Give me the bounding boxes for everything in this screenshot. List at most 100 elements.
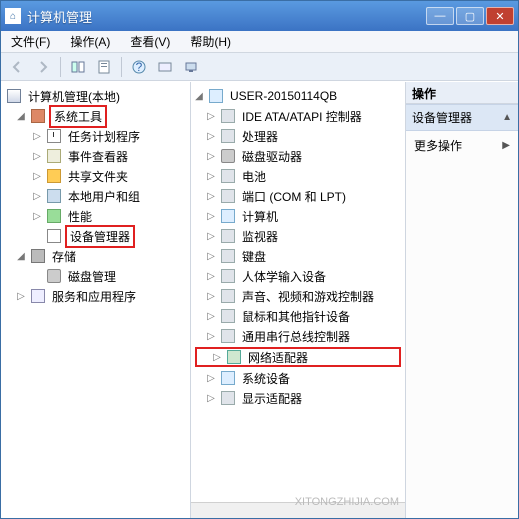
device-mouse[interactable]: ▷ 鼠标和其他指针设备 [191, 306, 405, 326]
tree-device-manager[interactable]: 设备管理器 [1, 226, 190, 246]
device-manager-icon [46, 228, 62, 244]
expand-icon[interactable]: ▷ [31, 151, 43, 162]
network-icon [226, 349, 242, 365]
expand-icon[interactable]: ▷ [211, 352, 223, 363]
users-icon [46, 188, 62, 204]
device-ide[interactable]: ▷ IDE ATA/ATAPI 控制器 [191, 106, 405, 126]
expand-icon[interactable]: ▷ [205, 231, 217, 242]
toolbar: ? [1, 53, 518, 81]
tree-label: 通用串行总线控制器 [239, 327, 353, 346]
collapse-icon[interactable]: ◢ [15, 251, 27, 262]
tree-root-computer-management[interactable]: 计算机管理(本地) [1, 86, 190, 106]
help-button[interactable]: ? [127, 56, 151, 78]
menu-view[interactable]: 查看(V) [126, 31, 174, 52]
device-hid[interactable]: ▷ 人体学输入设备 [191, 266, 405, 286]
actions-pane: 操作 设备管理器 ▲ 更多操作 ▶ [406, 82, 518, 518]
left-tree-pane[interactable]: 计算机管理(本地) ◢ 系统工具 ▷ 任务计划程序 ▷ 事件查看器 ▷ 共享文件… [1, 82, 191, 518]
expand-icon[interactable]: ▷ [205, 211, 217, 222]
horizontal-scrollbar[interactable] [191, 502, 405, 518]
expand-icon[interactable]: ▷ [15, 291, 27, 302]
tree-label: 服务和应用程序 [49, 287, 139, 306]
expand-icon[interactable]: ▷ [205, 191, 217, 202]
expand-icon[interactable]: ▷ [205, 251, 217, 262]
tree-system-tools[interactable]: ◢ 系统工具 [1, 106, 190, 126]
storage-icon [30, 248, 46, 264]
tree-label: 系统工具 [49, 105, 107, 128]
device-view-button[interactable] [153, 56, 177, 78]
expand-icon[interactable]: ▷ [205, 111, 217, 122]
expand-icon[interactable]: ▷ [31, 191, 43, 202]
device-ports[interactable]: ▷端口 (COM 和 LPT) [191, 186, 405, 206]
minimize-button[interactable]: — [426, 7, 454, 25]
device-disk-drives[interactable]: ▷磁盘驱动器 [191, 146, 405, 166]
tree-label: 鼠标和其他指针设备 [239, 307, 353, 326]
display-adapter-icon [220, 390, 236, 406]
device-computer[interactable]: ▷计算机 [191, 206, 405, 226]
tree-storage[interactable]: ◢ 存储 [1, 246, 190, 266]
show-hide-tree-button[interactable] [66, 56, 90, 78]
expand-icon[interactable]: ▷ [205, 291, 217, 302]
tree-label: 事件查看器 [65, 147, 131, 166]
actions-header: 操作 [406, 82, 518, 104]
keyboard-icon [220, 248, 236, 264]
expand-icon[interactable]: ▷ [205, 393, 217, 404]
tools-icon [30, 108, 46, 124]
device-tree-pane[interactable]: ◢ USER-20150114QB ▷ IDE ATA/ATAPI 控制器 ▷处理… [191, 82, 406, 518]
expand-icon[interactable]: ▷ [205, 373, 217, 384]
tree-event-viewer[interactable]: ▷ 事件查看器 [1, 146, 190, 166]
expand-icon[interactable]: ▷ [31, 211, 43, 222]
scheduler-icon [46, 128, 62, 144]
back-button [5, 56, 29, 78]
tree-disk-management[interactable]: 磁盘管理 [1, 266, 190, 286]
tree-label: 磁盘管理 [65, 267, 119, 286]
device-display[interactable]: ▷显示适配器 [191, 388, 405, 408]
collapse-icon[interactable]: ◢ [193, 91, 205, 102]
device-system[interactable]: ▷系统设备 [191, 368, 405, 388]
expand-icon[interactable]: ▷ [205, 151, 217, 162]
device-network-adapters[interactable]: ▷网络适配器 [195, 347, 401, 367]
tree-label: 人体学输入设备 [239, 267, 329, 286]
performance-icon [46, 208, 62, 224]
properties-button[interactable] [92, 56, 116, 78]
device-cpu[interactable]: ▷处理器 [191, 126, 405, 146]
expand-icon[interactable]: ▷ [205, 271, 217, 282]
tree-label: 电池 [239, 167, 269, 186]
tree-local-users[interactable]: ▷ 本地用户和组 [1, 186, 190, 206]
tree-shared-folders[interactable]: ▷ 共享文件夹 [1, 166, 190, 186]
menu-help[interactable]: 帮助(H) [186, 31, 235, 52]
content-body: 计算机管理(本地) ◢ 系统工具 ▷ 任务计划程序 ▷ 事件查看器 ▷ 共享文件… [1, 81, 518, 518]
system-devices-icon [220, 370, 236, 386]
device-sound[interactable]: ▷ 声音、视频和游戏控制器 [191, 286, 405, 306]
close-button[interactable]: ✕ [486, 7, 514, 25]
computer-icon [208, 88, 224, 104]
disk-icon [46, 268, 62, 284]
expand-icon[interactable]: ▷ [31, 171, 43, 182]
tree-label: 键盘 [239, 247, 269, 266]
expand-icon[interactable]: ▷ [31, 131, 43, 142]
expand-icon[interactable]: ▷ [205, 131, 217, 142]
collapse-icon[interactable]: ◢ [15, 111, 27, 122]
device-root[interactable]: ◢ USER-20150114QB [191, 86, 405, 106]
device-battery[interactable]: ▷ 电池 [191, 166, 405, 186]
device-keyboard[interactable]: ▷ 键盘 [191, 246, 405, 266]
device-monitor[interactable]: ▷监视器 [191, 226, 405, 246]
more-actions[interactable]: 更多操作 ▶ [406, 131, 518, 160]
expand-icon[interactable]: ▷ [205, 171, 217, 182]
scan-hardware-button[interactable] [179, 56, 203, 78]
tree-label: 本地用户和组 [65, 187, 143, 206]
maximize-button[interactable]: ▢ [456, 7, 484, 25]
device-usb[interactable]: ▷ 通用串行总线控制器 [191, 326, 405, 346]
tree-label: 声音、视频和游戏控制器 [239, 287, 377, 306]
tree-performance[interactable]: ▷ 性能 [1, 206, 190, 226]
actions-section[interactable]: 设备管理器 ▲ [406, 104, 518, 131]
menu-bar: 文件(F) 操作(A) 查看(V) 帮助(H) [1, 31, 518, 53]
tree-task-scheduler[interactable]: ▷ 任务计划程序 [1, 126, 190, 146]
toolbar-separator [121, 57, 122, 77]
expand-icon[interactable]: ▷ [205, 311, 217, 322]
tree-label: 存储 [49, 247, 79, 266]
tree-label: IDE ATA/ATAPI 控制器 [239, 107, 365, 126]
menu-action[interactable]: 操作(A) [66, 31, 114, 52]
menu-file[interactable]: 文件(F) [7, 31, 54, 52]
tree-services-apps[interactable]: ▷ 服务和应用程序 [1, 286, 190, 306]
expand-icon[interactable]: ▷ [205, 331, 217, 342]
